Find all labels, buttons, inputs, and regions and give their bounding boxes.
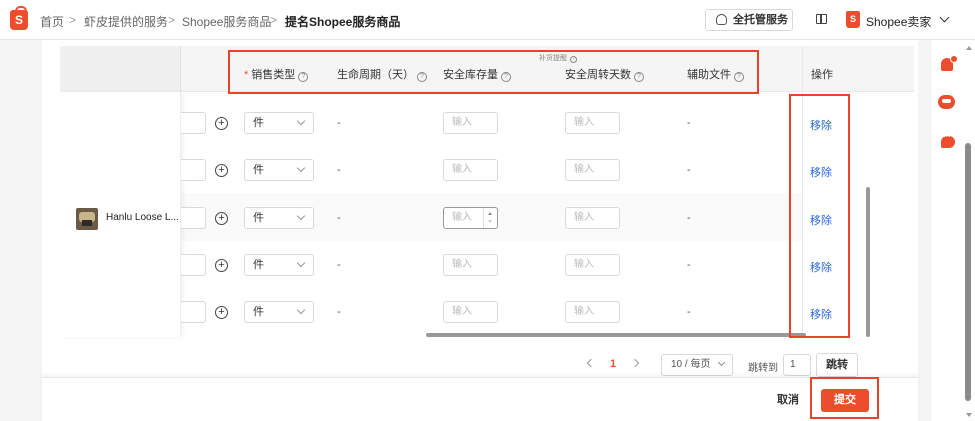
remove-link[interactable]: 移除	[810, 306, 832, 322]
breadcrumb-current: 提名Shopee服务商品	[285, 15, 401, 29]
prev-page-icon[interactable]	[586, 358, 596, 368]
main-panel: 补货提醒? * 销售类型? 生命周期（天）? 安全库存量? 安全周转天数? 辅助文…	[42, 40, 918, 421]
safety-stock-input[interactable]: 输入	[443, 112, 498, 134]
managed-service-button[interactable]: 全托管服务	[705, 9, 793, 31]
product-thumbnail	[76, 208, 98, 230]
remove-link[interactable]: 移除	[810, 212, 832, 228]
scroll-up-arrow-icon[interactable]	[966, 46, 972, 50]
aux-file-value: -	[687, 259, 691, 271]
submit-button[interactable]: 提交	[821, 389, 869, 412]
column-header-actions: 操作	[811, 69, 833, 81]
seller-logo-icon: S	[846, 11, 860, 28]
lifecycle-value: -	[337, 117, 341, 129]
add-circle-icon[interactable]: +	[215, 306, 228, 319]
jump-to-label: 跳转到	[748, 363, 778, 374]
quantity-input[interactable]	[181, 207, 206, 229]
table-vertical-scrollbar[interactable]	[866, 187, 870, 337]
safety-turnover-input[interactable]: 输入	[565, 254, 620, 276]
sales-unit-select[interactable]: 件	[244, 159, 314, 181]
assistant-bot-icon[interactable]	[938, 95, 955, 109]
add-circle-icon[interactable]: +	[215, 117, 228, 130]
breadcrumb-services[interactable]: 虾皮提供的服务	[84, 13, 168, 30]
table-header-actions: 操作	[802, 46, 870, 92]
help-icon[interactable]: ?	[417, 72, 427, 82]
lifecycle-value: -	[337, 306, 341, 318]
chevron-down-icon	[296, 258, 306, 268]
add-circle-icon[interactable]: +	[215, 212, 228, 225]
quantity-input[interactable]	[181, 301, 206, 323]
current-page-number[interactable]: 1	[610, 358, 616, 370]
safety-stock-input[interactable]: 输入	[443, 254, 498, 276]
add-circle-icon[interactable]: +	[215, 164, 228, 177]
safety-stock-input[interactable]: 输入	[443, 207, 498, 229]
remove-link[interactable]: 移除	[810, 259, 832, 275]
column-header-aux-file: 辅助文件?	[687, 66, 744, 82]
aux-file-value: -	[687, 117, 691, 129]
remove-link[interactable]: 移除	[810, 164, 832, 180]
aux-file-value: -	[687, 212, 691, 224]
aux-file-value: -	[687, 164, 691, 176]
chevron-down-icon	[717, 358, 726, 367]
shopee-logo-icon[interactable]: S	[10, 6, 28, 30]
quantity-input[interactable]	[181, 254, 206, 276]
breadcrumb-home[interactable]: 首页	[40, 13, 64, 30]
jump-button[interactable]: 跳转	[816, 353, 858, 377]
notification-bell-icon[interactable]	[941, 55, 958, 71]
help-icon[interactable]: ?	[734, 72, 744, 82]
help-icon[interactable]: ?	[501, 72, 511, 82]
breadcrumb-separator: >	[168, 13, 176, 27]
breadcrumb-separator: >	[270, 13, 278, 27]
lifecycle-value: -	[337, 212, 341, 224]
column-header-lifecycle: 生命周期（天）?	[337, 66, 427, 82]
sales-unit-select[interactable]: 件	[244, 207, 314, 229]
service-icon	[716, 14, 727, 25]
remove-link[interactable]: 移除	[810, 117, 832, 133]
quantity-input[interactable]	[181, 159, 206, 181]
scroll-down-arrow-icon[interactable]	[966, 413, 972, 417]
column-header-safety-stock: 安全库存量?	[443, 66, 511, 82]
chevron-down-icon	[296, 305, 306, 315]
top-header: S 首页 > 虾皮提供的服务 > Shopee服务商品 > 提名Shopee服务…	[0, 0, 975, 40]
help-icon[interactable]: ?	[570, 56, 577, 63]
safety-stock-input[interactable]: 输入	[443, 159, 498, 181]
chat-icon[interactable]	[941, 131, 955, 148]
safety-turnover-input[interactable]: 输入	[565, 112, 620, 134]
replenishment-group-label: 补货提醒?	[539, 53, 577, 63]
quantity-input[interactable]	[181, 112, 206, 134]
breadcrumb-service-products[interactable]: Shopee服务商品	[182, 13, 271, 30]
sales-unit-select[interactable]: 件	[244, 112, 314, 134]
column-header-sales-type: * 销售类型?	[244, 66, 309, 82]
breadcrumb-separator: >	[69, 13, 77, 27]
safety-stock-input[interactable]: 输入	[443, 301, 498, 323]
sales-unit-select[interactable]: 件	[244, 301, 314, 323]
chevron-down-icon	[296, 163, 306, 173]
chevron-down-icon	[296, 116, 306, 126]
cancel-button[interactable]: 取消	[765, 390, 811, 410]
page-scrollbar[interactable]	[965, 143, 971, 401]
aux-file-value: -	[687, 306, 691, 318]
page-size-select[interactable]: 10 / 每页	[661, 354, 733, 376]
add-circle-icon[interactable]: +	[215, 259, 228, 272]
managed-service-label: 全托管服务	[733, 14, 788, 26]
safety-turnover-input[interactable]: 输入	[565, 207, 620, 229]
chevron-down-icon	[296, 211, 306, 221]
lifecycle-value: -	[337, 259, 341, 271]
table-horizontal-scrollbar[interactable]	[426, 333, 806, 337]
safety-turnover-input[interactable]: 输入	[565, 159, 620, 181]
number-stepper[interactable]	[483, 208, 497, 228]
sales-unit-select[interactable]: 件	[244, 254, 314, 276]
book-icon[interactable]	[816, 14, 827, 24]
next-page-icon[interactable]	[630, 358, 640, 368]
jump-page-input[interactable]: 1	[783, 354, 811, 376]
table-header-fixed-left	[60, 46, 181, 92]
product-name: Hanlu Loose L...	[106, 212, 179, 223]
lifecycle-value: -	[337, 164, 341, 176]
column-header-safety-turnover-days: 安全周转天数?	[565, 66, 644, 82]
seller-account-name[interactable]: Shopee卖家	[866, 13, 931, 30]
help-icon[interactable]: ?	[634, 72, 644, 82]
help-icon[interactable]: ?	[298, 72, 309, 82]
safety-turnover-input[interactable]: 输入	[565, 301, 620, 323]
chevron-down-icon[interactable]	[939, 12, 950, 23]
required-mark: *	[244, 69, 249, 81]
